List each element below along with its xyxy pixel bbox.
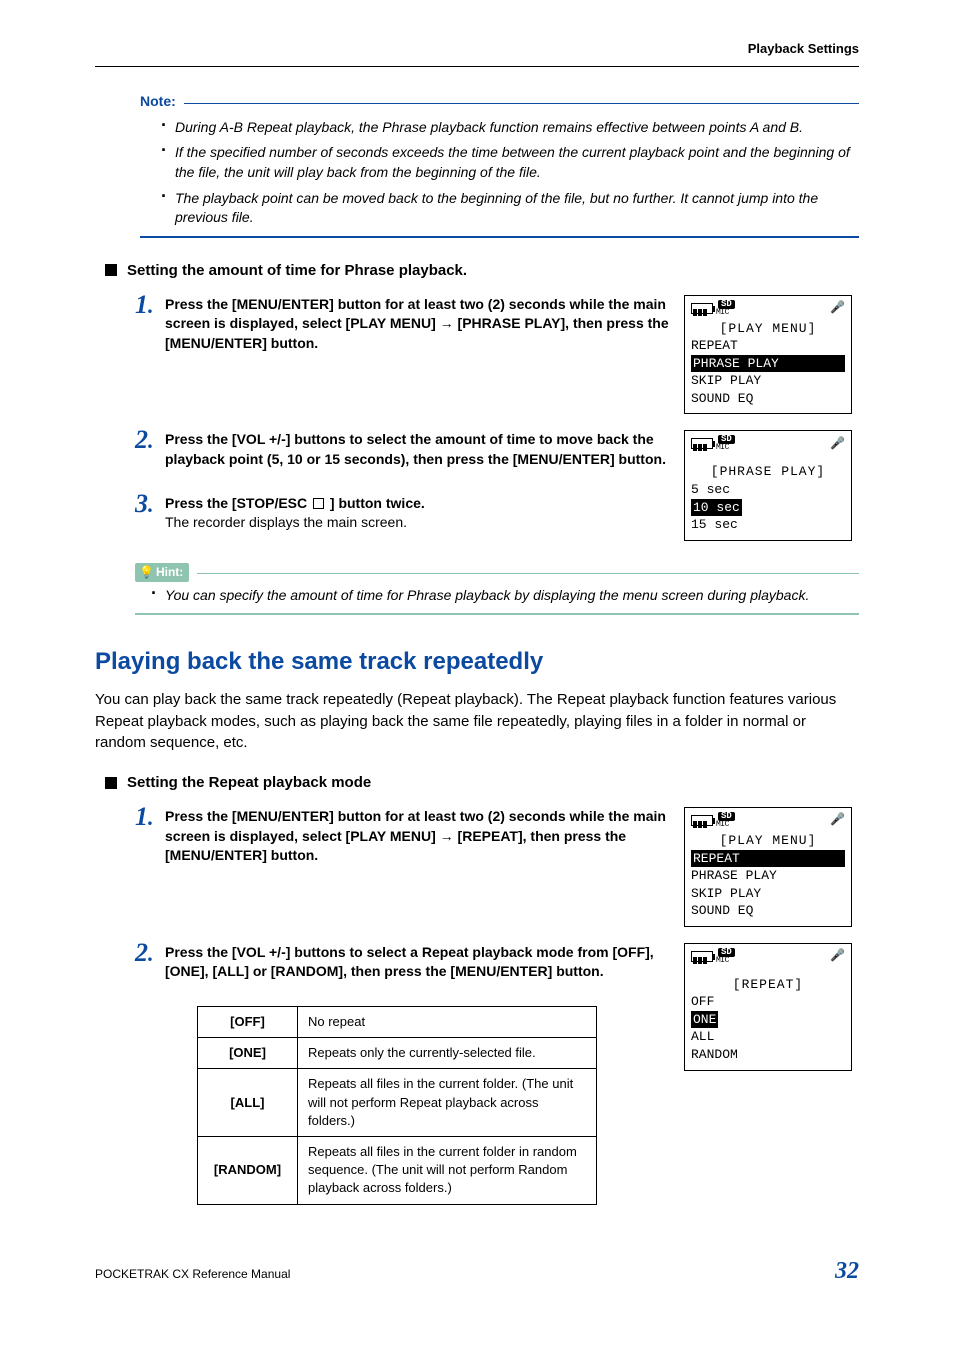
mode-cell: [RANDOM]	[198, 1136, 298, 1204]
lcd-line-selected: PHRASE PLAY	[691, 355, 845, 373]
hint-badge: 💡Hint:	[135, 563, 189, 582]
lcd-line: PHRASE PLAY	[691, 867, 845, 885]
lcd-line: SOUND EQ	[691, 902, 845, 920]
lcd-screen-phrase-play: SD MIC 🎤 [PHRASE PLAY] 5 sec 10 sec 15 s…	[684, 430, 852, 540]
repeat-intro: You can play back the same track repeate…	[95, 689, 859, 754]
lcd-title: [PLAY MENU]	[691, 320, 845, 338]
hint-end-rule	[135, 613, 859, 615]
battery-icon	[691, 951, 713, 962]
battery-icon	[691, 438, 713, 449]
square-bullet-icon	[105, 777, 117, 789]
step-text: Press the [MENU/ENTER] button for at lea…	[165, 296, 669, 351]
table-row: [RANDOM] Repeats all files in the curren…	[198, 1136, 597, 1204]
phrase-step-2: 2 Press the [VOL +/-] buttons to select …	[135, 430, 672, 469]
desc-cell: Repeats all files in the current folder …	[298, 1136, 597, 1204]
battery-icon	[691, 303, 713, 314]
step-number: 2	[135, 935, 154, 971]
lcd-screen-repeat: SD MIC 🎤 [REPEAT] OFF ONE ALL RANDOM	[684, 943, 852, 1071]
mode-cell: [ONE]	[198, 1038, 298, 1069]
lcd-title: [REPEAT]	[691, 976, 845, 994]
header-rule	[95, 66, 859, 67]
step-text: Press the [VOL +/-] buttons to select a …	[165, 944, 654, 980]
phrase-step-1: 1 Press the [MENU/ENTER] button for at l…	[135, 295, 672, 354]
sd-mic-icon: SD MIC	[716, 812, 735, 829]
microphone-icon: 🎤	[830, 436, 845, 453]
lcd-line-selected: 10 sec	[691, 499, 845, 517]
lcd-title: [PHRASE PLAY]	[691, 463, 845, 481]
page-number: 32	[835, 1255, 859, 1289]
hint-item: You can specify the amount of time for P…	[151, 586, 859, 606]
note-item: The playback point can be moved back to …	[161, 189, 859, 228]
note-header: Note:	[140, 92, 859, 112]
desc-cell: Repeats all files in the current folder.…	[298, 1069, 597, 1137]
table-row: [ALL] Repeats all files in the current f…	[198, 1069, 597, 1137]
note-end-rule	[140, 236, 859, 238]
step-text: Press the [MENU/ENTER] button for at lea…	[165, 808, 666, 863]
microphone-icon: 🎤	[830, 948, 845, 965]
header-section: Playback Settings	[95, 40, 859, 58]
note-list: During A-B Repeat playback, the Phrase p…	[95, 118, 859, 228]
repeat-step-1: 1 Press the [MENU/ENTER] button for at l…	[135, 807, 672, 866]
lcd-line: SKIP PLAY	[691, 885, 845, 903]
repeat-title: Playing back the same track repeatedly	[95, 645, 859, 679]
hint-line	[197, 573, 859, 574]
step-text: Press the [VOL +/-] buttons to select th…	[165, 431, 666, 467]
lcd-line-selected: ONE	[691, 1011, 845, 1029]
table-row: [ONE] Repeats only the currently-selecte…	[198, 1038, 597, 1069]
note-item: During A-B Repeat playback, the Phrase p…	[161, 118, 859, 138]
lcd-line: OFF	[691, 993, 845, 1011]
note-label: Note:	[140, 92, 176, 112]
sd-mic-icon: SD MIC	[716, 948, 735, 965]
sd-mic-icon: SD MIC	[716, 300, 735, 317]
phrase-subheading: Setting the amount of time for Phrase pl…	[105, 260, 859, 281]
microphone-icon: 🎤	[830, 300, 845, 317]
lcd-line: SKIP PLAY	[691, 372, 845, 390]
repeat-subheading: Setting the Repeat playback mode	[105, 772, 859, 793]
battery-icon	[691, 815, 713, 826]
mode-cell: [OFF]	[198, 1007, 298, 1038]
lcd-line-selected: REPEAT	[691, 850, 845, 868]
lcd-line: REPEAT	[691, 337, 845, 355]
mode-cell: [ALL]	[198, 1069, 298, 1137]
hint-header: 💡Hint:	[135, 563, 859, 582]
note-item: If the specified number of seconds excee…	[161, 143, 859, 182]
step-number: 1	[135, 287, 154, 323]
step-number: 3	[135, 486, 154, 522]
step-text: Press the [STOP/ESC ] button twice.	[165, 495, 425, 511]
lcd-screen-play-menu-repeat: SD MIC 🎤 [PLAY MENU] REPEAT PHRASE PLAY …	[684, 807, 852, 927]
phrase-heading-text: Setting the amount of time for Phrase pl…	[127, 260, 467, 281]
step-plain: The recorder displays the main screen.	[165, 514, 407, 530]
lcd-line: 15 sec	[691, 516, 845, 534]
square-bullet-icon	[105, 264, 117, 276]
step-number: 2	[135, 422, 154, 458]
microphone-icon: 🎤	[830, 812, 845, 829]
stop-icon	[313, 498, 324, 509]
lcd-line: 5 sec	[691, 481, 845, 499]
lcd-line: RANDOM	[691, 1046, 845, 1064]
table-row: [OFF] No repeat	[198, 1007, 597, 1038]
footer: POCKETRAK CX Reference Manual 32	[95, 1255, 859, 1289]
repeat-step-2: 2 Press the [VOL +/-] buttons to select …	[135, 943, 672, 982]
lcd-screen-play-menu: SD MIC 🎤 [PLAY MENU] REPEAT PHRASE PLAY …	[684, 295, 852, 415]
footer-text: POCKETRAK CX Reference Manual	[95, 1266, 290, 1283]
lcd-line: SOUND EQ	[691, 390, 845, 408]
phrase-step-3: 3 Press the [STOP/ESC ] button twice. Th…	[135, 494, 672, 533]
step-number: 1	[135, 799, 154, 835]
desc-cell: Repeats only the currently-selected file…	[298, 1038, 597, 1069]
sd-mic-icon: SD MIC	[716, 435, 735, 452]
repeat-modes-table: [OFF] No repeat [ONE] Repeats only the c…	[197, 1006, 597, 1205]
note-line	[184, 103, 859, 104]
desc-cell: No repeat	[298, 1007, 597, 1038]
hint-list: You can specify the amount of time for P…	[95, 586, 859, 606]
lcd-line: ALL	[691, 1028, 845, 1046]
repeat-heading-text: Setting the Repeat playback mode	[127, 772, 371, 793]
lcd-title: [PLAY MENU]	[691, 832, 845, 850]
